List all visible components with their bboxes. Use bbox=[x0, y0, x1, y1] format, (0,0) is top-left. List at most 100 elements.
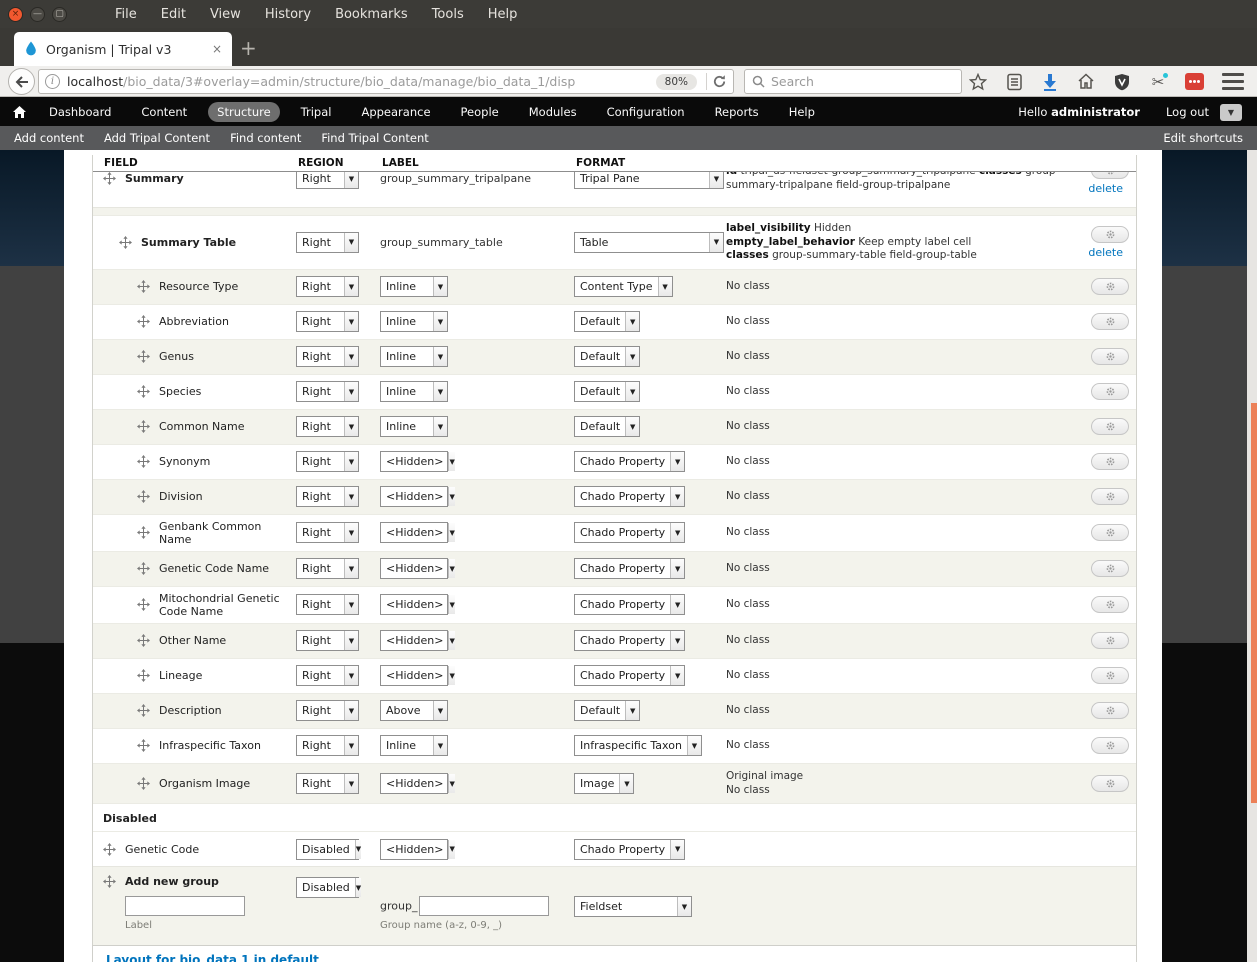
format-select[interactable]: Chado Property▼ bbox=[574, 451, 685, 472]
screenshot-scissors-icon[interactable]: ✂ bbox=[1148, 72, 1168, 92]
label-select[interactable]: <Hidden>▼ bbox=[380, 522, 448, 543]
drag-handle-icon[interactable] bbox=[137, 315, 150, 328]
region-select[interactable]: Right▼ bbox=[296, 735, 359, 756]
label-select[interactable]: <Hidden>▼ bbox=[380, 451, 448, 472]
label-select[interactable]: <Hidden>▼ bbox=[380, 594, 448, 615]
format-select[interactable]: Chado Property▼ bbox=[574, 594, 685, 615]
logout-link[interactable]: Log out bbox=[1166, 105, 1209, 119]
drag-handle-icon[interactable] bbox=[137, 455, 150, 468]
admin-menu-dashboard[interactable]: Dashboard bbox=[40, 102, 120, 122]
region-select[interactable]: Right▼ bbox=[296, 486, 359, 507]
format-settings-gear-button[interactable] bbox=[1091, 702, 1129, 719]
format-select[interactable]: Image▼ bbox=[574, 773, 634, 794]
label-select[interactable]: <Hidden>▼ bbox=[380, 773, 448, 794]
zoom-level-badge[interactable]: 80% bbox=[656, 74, 697, 90]
region-select[interactable]: Right▼ bbox=[296, 381, 359, 402]
drag-handle-icon[interactable] bbox=[103, 875, 116, 888]
drag-handle-icon[interactable] bbox=[137, 280, 150, 293]
drag-handle-icon[interactable] bbox=[137, 777, 150, 790]
drag-handle-icon[interactable] bbox=[137, 598, 150, 611]
drag-handle-icon[interactable] bbox=[119, 236, 132, 249]
admin-menu-appearance[interactable]: Appearance bbox=[352, 102, 439, 122]
region-select[interactable]: Right▼ bbox=[296, 311, 359, 332]
toolbar-toggle-button[interactable]: ▼ bbox=[1220, 104, 1242, 121]
scrollbar-thumb[interactable] bbox=[1251, 403, 1257, 803]
shield-icon[interactable] bbox=[1112, 72, 1132, 92]
label-select[interactable]: <Hidden>▼ bbox=[380, 486, 448, 507]
region-select[interactable]: Right▼ bbox=[296, 558, 359, 579]
drag-handle-icon[interactable] bbox=[137, 350, 150, 363]
tab-close-icon[interactable]: × bbox=[212, 42, 222, 56]
format-settings-gear-button[interactable] bbox=[1091, 632, 1129, 649]
window-minimize-button[interactable]: — bbox=[30, 7, 45, 22]
format-settings-gear-button[interactable] bbox=[1091, 488, 1129, 505]
group-format-select[interactable]: Fieldset▼ bbox=[574, 896, 692, 917]
admin-menu-content[interactable]: Content bbox=[132, 102, 196, 122]
downloads-icon[interactable] bbox=[1040, 72, 1060, 92]
region-select[interactable]: Right▼ bbox=[296, 665, 359, 686]
drag-handle-icon[interactable] bbox=[137, 634, 150, 647]
label-select[interactable]: <Hidden>▼ bbox=[380, 839, 448, 860]
drag-handle-icon[interactable] bbox=[103, 843, 116, 856]
region-select[interactable]: Right▼ bbox=[296, 594, 359, 615]
shortcut-link[interactable]: Find Tripal Content bbox=[321, 131, 428, 145]
url-bar[interactable]: i localhost/bio_data/3#overlay=admin/str… bbox=[38, 69, 734, 94]
menu-history[interactable]: History bbox=[265, 7, 311, 22]
format-settings-gear-button[interactable] bbox=[1091, 418, 1129, 435]
format-settings-gear-button[interactable] bbox=[1091, 737, 1129, 754]
label-select[interactable]: Inline▼ bbox=[380, 381, 448, 402]
label-select[interactable]: Inline▼ bbox=[380, 346, 448, 367]
admin-menu-modules[interactable]: Modules bbox=[520, 102, 586, 122]
format-select[interactable]: Chado Property▼ bbox=[574, 486, 685, 507]
back-button[interactable] bbox=[8, 68, 35, 95]
menu-edit[interactable]: Edit bbox=[161, 7, 186, 22]
format-settings-gear-button[interactable] bbox=[1091, 226, 1129, 243]
label-select[interactable]: <Hidden>▼ bbox=[380, 665, 448, 686]
bookmark-star-icon[interactable] bbox=[968, 72, 988, 92]
region-select[interactable]: Right▼ bbox=[296, 416, 359, 437]
format-select[interactable]: Chado Property▼ bbox=[574, 522, 685, 543]
format-settings-gear-button[interactable] bbox=[1091, 775, 1129, 792]
format-select[interactable]: Chado Property▼ bbox=[574, 839, 685, 860]
menu-tools[interactable]: Tools bbox=[432, 7, 464, 22]
region-select[interactable]: Right▼ bbox=[296, 522, 359, 543]
admin-menu-structure[interactable]: Structure bbox=[208, 102, 280, 122]
format-settings-gear-button[interactable] bbox=[1091, 524, 1129, 541]
region-select[interactable]: Right▼ bbox=[296, 451, 359, 472]
admin-menu-tripal[interactable]: Tripal bbox=[292, 102, 341, 122]
format-select[interactable]: Tripal Pane▼ bbox=[574, 172, 724, 189]
region-select[interactable]: Right▼ bbox=[296, 172, 359, 189]
search-input[interactable] bbox=[771, 74, 931, 89]
format-select[interactable]: Infraspecific Taxon▼ bbox=[574, 735, 702, 756]
home-icon[interactable] bbox=[1076, 72, 1096, 92]
region-select[interactable]: Right▼ bbox=[296, 700, 359, 721]
label-select[interactable]: <Hidden>▼ bbox=[380, 630, 448, 651]
menu-help[interactable]: Help bbox=[488, 7, 518, 22]
format-select[interactable]: Default▼ bbox=[574, 700, 640, 721]
region-select[interactable]: Right▼ bbox=[296, 630, 359, 651]
region-select[interactable]: Disabled▼ bbox=[296, 877, 359, 898]
format-select[interactable]: Default▼ bbox=[574, 381, 640, 402]
drag-handle-icon[interactable] bbox=[137, 385, 150, 398]
label-select[interactable]: Inline▼ bbox=[380, 416, 448, 437]
format-settings-gear-button[interactable] bbox=[1091, 172, 1129, 179]
format-settings-gear-button[interactable] bbox=[1091, 313, 1129, 330]
delete-link[interactable]: delete bbox=[1088, 182, 1123, 195]
format-select[interactable]: Content Type▼ bbox=[574, 276, 673, 297]
format-select[interactable]: Table▼ bbox=[574, 232, 724, 253]
shortcut-link[interactable]: Add Tripal Content bbox=[104, 131, 210, 145]
region-select[interactable]: Right▼ bbox=[296, 232, 359, 253]
menu-icon[interactable] bbox=[1222, 73, 1244, 90]
new-tab-button[interactable]: + bbox=[240, 38, 257, 58]
format-settings-gear-button[interactable] bbox=[1091, 667, 1129, 684]
window-close-button[interactable]: × bbox=[8, 7, 23, 22]
region-select[interactable]: Disabled▼ bbox=[296, 839, 359, 860]
label-select[interactable]: Inline▼ bbox=[380, 276, 448, 297]
site-info-icon[interactable]: i bbox=[45, 74, 60, 89]
format-settings-gear-button[interactable] bbox=[1091, 560, 1129, 577]
drag-handle-icon[interactable] bbox=[137, 669, 150, 682]
menu-file[interactable]: File bbox=[115, 7, 137, 22]
label-select[interactable]: Inline▼ bbox=[380, 735, 448, 756]
format-settings-gear-button[interactable] bbox=[1091, 383, 1129, 400]
format-select[interactable]: Chado Property▼ bbox=[574, 558, 685, 579]
